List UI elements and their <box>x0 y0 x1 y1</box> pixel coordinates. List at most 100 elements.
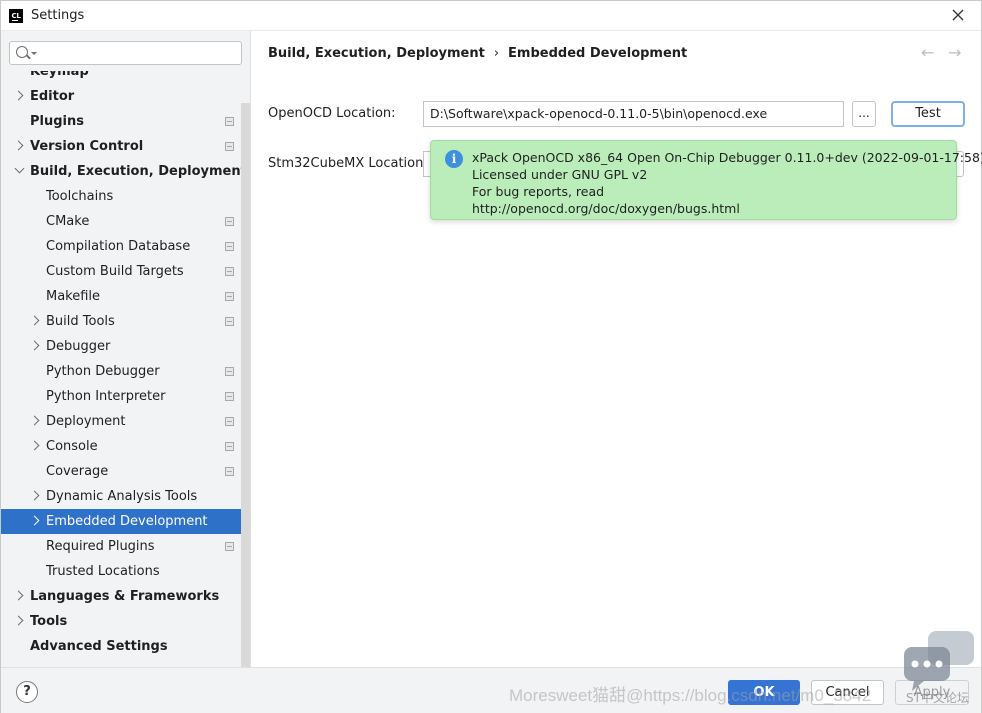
tooltip-text: xPack OpenOCD x86_64 Open On-Chip Debugg… <box>472 149 982 217</box>
project-level-icon <box>225 392 234 401</box>
tooltip-line: http://openocd.org/doc/doxygen/bugs.html <box>472 201 740 216</box>
sidebar-item-label: Coverage <box>46 464 109 479</box>
back-arrow-icon[interactable]: ← <box>921 43 934 62</box>
sidebar-item-label: Python Debugger <box>46 364 160 379</box>
chevron-right-icon[interactable] <box>13 590 24 601</box>
info-icon: i <box>445 150 463 168</box>
sidebar-item-label: Tools <box>30 614 68 629</box>
search-options-icon[interactable] <box>31 52 37 55</box>
sidebar-item-tools[interactable]: Tools <box>1 609 241 634</box>
tooltip-line: For bug reports, read <box>472 184 605 199</box>
project-level-icon <box>225 417 234 426</box>
chevron-right-icon[interactable] <box>13 615 24 626</box>
help-button[interactable]: ? <box>16 681 38 703</box>
sidebar-item-toolchains[interactable]: Toolchains <box>1 184 241 209</box>
test-button[interactable]: Test <box>891 101 965 127</box>
sidebar-item-label: Console <box>46 439 98 454</box>
sidebar-scrollbar[interactable] <box>241 103 250 667</box>
sidebar-item-label: Languages & Frameworks <box>30 589 220 604</box>
sidebar-item-custom-build-targets[interactable]: Custom Build Targets <box>1 259 241 284</box>
sidebar-item-label: Advanced Settings <box>30 639 168 654</box>
sidebar-item-plugins[interactable]: Plugins <box>1 109 241 134</box>
breadcrumb-separator: › <box>493 46 500 61</box>
sidebar-item-python-interpreter[interactable]: Python Interpreter <box>1 384 241 409</box>
sidebar-item-editor[interactable]: Editor <box>1 84 241 109</box>
tooltip-line: Licensed under GNU GPL v2 <box>472 167 648 182</box>
chevron-right-icon[interactable] <box>29 490 40 501</box>
sidebar-item-compilation-database[interactable]: Compilation Database <box>1 234 241 259</box>
chevron-right-icon[interactable] <box>29 415 40 426</box>
sidebar-item-coverage[interactable]: Coverage <box>1 459 241 484</box>
breadcrumb: Build, Execution, Deployment › Embedded De… <box>268 46 687 61</box>
sidebar-item-label: Version Control <box>30 139 144 154</box>
sidebar-item-deployment[interactable]: Deployment <box>1 409 241 434</box>
project-level-icon <box>225 467 234 476</box>
forward-arrow-icon[interactable]: → <box>948 43 961 62</box>
sidebar-item-version-control[interactable]: Version Control <box>1 134 241 159</box>
sidebar-item-makefile[interactable]: Makefile <box>1 284 241 309</box>
sidebar-item-embedded-development[interactable]: Embedded Development <box>1 509 250 534</box>
sidebar-item-label: Python Interpreter <box>46 389 166 404</box>
chevron-right-icon[interactable] <box>29 340 40 351</box>
clion-logo-icon: CL <box>9 9 23 23</box>
sidebar-item-label: Makefile <box>46 289 101 304</box>
sidebar-item-advanced-settings[interactable]: Advanced Settings <box>1 634 241 659</box>
sidebar-item-required-plugins[interactable]: Required Plugins <box>1 534 241 559</box>
openocd-location-field[interactable]: D:\Software\xpack-openocd-0.11.0-5\bin\o… <box>423 101 844 127</box>
sidebar-item-build-execution-deployment[interactable]: Build, Execution, Deployment <box>1 159 247 184</box>
chevron-right-icon[interactable] <box>29 515 40 526</box>
sidebar-item-console[interactable]: Console <box>1 434 241 459</box>
test-result-tooltip: i xPack OpenOCD x86_64 Open On-Chip Debu… <box>430 140 982 220</box>
project-level-icon <box>225 117 234 126</box>
sidebar-item-build-tools[interactable]: Build Tools <box>1 309 241 334</box>
project-level-icon <box>225 267 234 276</box>
sidebar-item-label: Trusted Locations <box>46 564 160 579</box>
project-level-icon <box>225 142 234 151</box>
sidebar-item-label: CMake <box>46 214 90 229</box>
sidebar-item-label: Build Tools <box>46 314 115 329</box>
project-level-icon <box>225 217 234 226</box>
sidebar-item-languages-frameworks[interactable]: Languages & Frameworks <box>1 584 241 609</box>
chevron-right-icon[interactable] <box>13 90 24 101</box>
breadcrumb-parent[interactable]: Build, Execution, Deployment <box>268 46 485 61</box>
sidebar-item-dynamic-analysis-tools[interactable]: Dynamic Analysis Tools <box>1 484 241 509</box>
chevron-right-icon[interactable] <box>29 315 40 326</box>
close-window-button[interactable] <box>935 1 981 31</box>
sidebar-item-keymap[interactable]: Keymap <box>1 71 241 84</box>
project-level-icon <box>225 292 234 301</box>
sidebar-item-python-debugger[interactable]: Python Debugger <box>1 359 241 384</box>
settings-sidebar: Keymap Editor Plugins Version Control Build,… <box>1 31 251 667</box>
settings-search[interactable] <box>9 41 242 65</box>
tooltip-line: xPack OpenOCD x86_64 Open On-Chip Debugg… <box>472 150 982 165</box>
sidebar-item-cmake[interactable]: CMake <box>1 209 241 234</box>
sidebar-item-debugger[interactable]: Debugger <box>1 334 241 359</box>
chevron-right-icon[interactable] <box>29 440 40 451</box>
project-level-icon <box>225 542 234 551</box>
chevron-down-icon[interactable] <box>14 163 25 174</box>
project-level-icon <box>225 442 234 451</box>
search-icon <box>16 46 28 58</box>
sidebar-item-label: Embedded Development <box>46 514 208 529</box>
chevron-right-icon[interactable] <box>13 140 24 151</box>
sidebar-item-label: Toolchains <box>46 189 114 204</box>
sidebar-item-label: Deployment <box>46 414 126 429</box>
chat-bubble-icon <box>904 631 974 691</box>
search-input[interactable] <box>40 44 235 62</box>
sidebar-item-label: Dynamic Analysis Tools <box>46 489 198 504</box>
settings-tree: Keymap Editor Plugins Version Control Build,… <box>1 71 250 659</box>
sidebar-item-label: Compilation Database <box>46 239 191 254</box>
sidebar-item-label: Custom Build Targets <box>46 264 184 279</box>
breadcrumb-current: Embedded Development <box>508 46 688 61</box>
project-level-icon <box>225 242 234 251</box>
stm32cubemx-location-label: Stm32CubeMX Location: <box>268 156 428 171</box>
sidebar-item-label: Editor <box>30 89 75 104</box>
openocd-browse-button[interactable]: ... <box>852 101 876 127</box>
sidebar-item-label: Debugger <box>46 339 111 354</box>
window-title: Settings <box>31 8 85 23</box>
project-level-icon <box>225 317 234 326</box>
sidebar-item-trusted-locations[interactable]: Trusted Locations <box>1 559 241 584</box>
project-level-icon <box>225 367 234 376</box>
sidebar-item-label: Plugins <box>30 114 84 129</box>
watermark-text: Moresweet猫甜@https://blog.csdn.net/m0_384… <box>509 686 872 705</box>
settings-content: Build, Execution, Deployment › Embedded De… <box>251 31 982 667</box>
